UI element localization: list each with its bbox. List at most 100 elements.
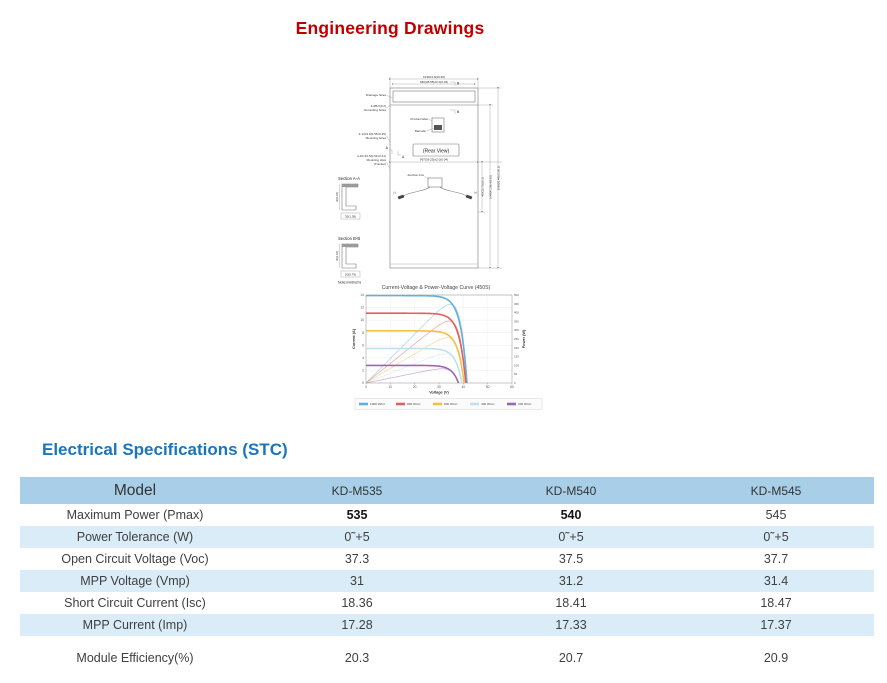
cable-left bbox=[402, 187, 430, 197]
spec-row-label: Power Tolerance (W) bbox=[20, 526, 250, 548]
spec-row-label: MPP Current (Imp) bbox=[20, 614, 250, 636]
spec-row: MPP Current (Imp)17.2817.3317.37 bbox=[20, 614, 874, 636]
spec-value: 31.4 bbox=[678, 570, 874, 592]
spec-value: 17.28 bbox=[250, 614, 464, 636]
y-right-tick: 350 bbox=[514, 319, 519, 323]
iv-curve-chart: Current-Voltage & Power-Voltage Curve (4… bbox=[350, 281, 546, 415]
spec-value: 18.41 bbox=[464, 592, 678, 614]
spec-value: 37.5 bbox=[464, 548, 678, 570]
x-tick: 0 bbox=[365, 385, 367, 389]
pv-curve bbox=[366, 369, 458, 383]
y-right-tick: 200 bbox=[514, 346, 519, 350]
x-axis-label: Voltage (V) bbox=[429, 391, 449, 395]
section-b-height: 30(1.18) bbox=[336, 251, 339, 261]
spec-row-label: Open Circuit Voltage (Voc) bbox=[20, 548, 250, 570]
spec-value: 20.7 bbox=[464, 636, 678, 680]
x-tick: 60 bbox=[510, 385, 514, 389]
y-right-tick: 450 bbox=[514, 302, 519, 306]
spec-value: 535 bbox=[250, 504, 464, 526]
legend-label: 1000 W/m² bbox=[370, 402, 385, 406]
y-left-tick: 12 bbox=[360, 306, 364, 310]
y-left-axis-label: Current (A) bbox=[352, 328, 356, 349]
y-right-tick: 100 bbox=[514, 363, 519, 367]
spec-heading: Electrical Specifications (STC) bbox=[42, 440, 288, 460]
spec-value: 17.33 bbox=[464, 614, 678, 636]
x-tick: 40 bbox=[461, 385, 465, 389]
spec-header-row: ModelKD-M535KD-M540KD-M545 bbox=[20, 477, 874, 504]
legend-label: 200 W/m² bbox=[518, 402, 531, 406]
spec-row-label: Short Circuit Current (Isc) bbox=[20, 592, 250, 614]
spec-value: 0˜+5 bbox=[250, 526, 464, 548]
spec-row: MPP Voltage (Vmp)3131.231.4 bbox=[20, 570, 874, 592]
section-marker-a1: A bbox=[386, 146, 389, 150]
engineering-drawing: 1039±4.9(20.66) 980(38.58)±2.0(0.04) B B… bbox=[336, 72, 546, 284]
dim-right-1: 400(15.75)±(0.1) bbox=[481, 177, 485, 196]
y-right-tick: 150 bbox=[514, 355, 519, 359]
section-a-dim: 35(1.38) bbox=[345, 215, 356, 219]
section-a-height: 30(1.18) bbox=[336, 192, 339, 202]
spec-value: 18.47 bbox=[678, 592, 874, 614]
x-tick: 50 bbox=[486, 385, 490, 389]
y-left-tick: 2 bbox=[362, 369, 364, 373]
section-b-title: Section B-B bbox=[338, 236, 360, 241]
section-a-title: Section A-A bbox=[338, 176, 360, 181]
model-header: Model bbox=[20, 477, 250, 504]
x-tick: 30 bbox=[437, 385, 441, 389]
label-cable-neg: (-) bbox=[393, 191, 396, 195]
spec-row-label: Maximum Power (Pmax) bbox=[20, 504, 250, 526]
label-slots-3: (Tracker) bbox=[374, 162, 386, 166]
chart-title: Current-Voltage & Power-Voltage Curve (4… bbox=[382, 285, 491, 291]
y-right-tick: 300 bbox=[514, 328, 519, 332]
y-left-tick: 10 bbox=[360, 318, 364, 322]
y-left-tick: 14 bbox=[360, 293, 364, 297]
y-left-tick: 8 bbox=[362, 331, 364, 335]
iv-curve bbox=[366, 331, 464, 383]
datasheet-page: Engineering Drawings 1039±4.9(20.66) 980… bbox=[0, 0, 887, 683]
spec-table-body: Maximum Power (Pmax)535540545Power Toler… bbox=[20, 504, 874, 680]
spec-value: 20.3 bbox=[250, 636, 464, 680]
section-marker-b1: B bbox=[457, 82, 460, 86]
spec-table: ModelKD-M535KD-M540KD-M545 Maximum Power… bbox=[20, 477, 874, 680]
spec-row: Maximum Power (Pmax)535540545 bbox=[20, 504, 874, 526]
top-frame-band bbox=[393, 91, 475, 102]
y-right-tick: 400 bbox=[514, 311, 519, 315]
spec-table-head: ModelKD-M535KD-M540KD-M545 bbox=[20, 477, 874, 504]
dim-inner-width: 997(39.25)±2.0(0.04) bbox=[420, 158, 448, 162]
legend-label: 600 W/m² bbox=[444, 402, 457, 406]
spec-value: 0˜+5 bbox=[678, 526, 874, 548]
dim-right-2: 1048(41.26)±4(0.16) bbox=[489, 175, 493, 199]
spec-value: 0˜+5 bbox=[464, 526, 678, 548]
section-marker-a2: A bbox=[402, 155, 405, 159]
y-right-tick: 500 bbox=[514, 293, 519, 297]
y-left-tick: 0 bbox=[362, 381, 364, 385]
spec-row: Power Tolerance (W)0˜+50˜+50˜+5 bbox=[20, 526, 874, 548]
legend-label: 800 W/m² bbox=[407, 402, 420, 406]
y-left-tick: 6 bbox=[362, 343, 364, 347]
model-column-header: KD-M535 bbox=[250, 477, 464, 504]
cable-right bbox=[440, 187, 468, 197]
y-right-axis-label: Power (W) bbox=[522, 329, 526, 348]
dim-top-outer: 1039±4.9(20.66) bbox=[423, 75, 445, 79]
spec-value: 37.3 bbox=[250, 548, 464, 570]
section-b-profile bbox=[342, 244, 358, 268]
label-barcode: Barcode bbox=[415, 129, 427, 133]
label-mounting-2: Mounting holes bbox=[366, 136, 387, 140]
spec-row: Short Circuit Current (Isc)18.3618.4118.… bbox=[20, 592, 874, 614]
x-tick: 20 bbox=[413, 385, 417, 389]
model-column-header: KD-M545 bbox=[678, 477, 874, 504]
dim-top-inner: 980(38.58)±2.0(0.04) bbox=[420, 80, 448, 84]
spec-value: 17.37 bbox=[678, 614, 874, 636]
spec-row: Open Circuit Voltage (Voc)37.337.537.7 bbox=[20, 548, 874, 570]
label-drainage-holes: Drainage holes bbox=[366, 93, 387, 97]
x-tick: 10 bbox=[388, 385, 392, 389]
barcode-icon bbox=[434, 125, 442, 130]
label-product-label: Product label bbox=[410, 117, 428, 121]
legend-label: 400 W/m² bbox=[481, 402, 494, 406]
y-right-tick: 50 bbox=[514, 372, 518, 376]
section-a-profile bbox=[342, 184, 358, 210]
spec-value: 31 bbox=[250, 570, 464, 592]
pv-curve bbox=[366, 338, 464, 383]
connector-left bbox=[398, 195, 405, 200]
spec-row: Module Efficiency(%)20.320.720.9 bbox=[20, 636, 874, 680]
y-right-tick: 250 bbox=[514, 337, 519, 341]
